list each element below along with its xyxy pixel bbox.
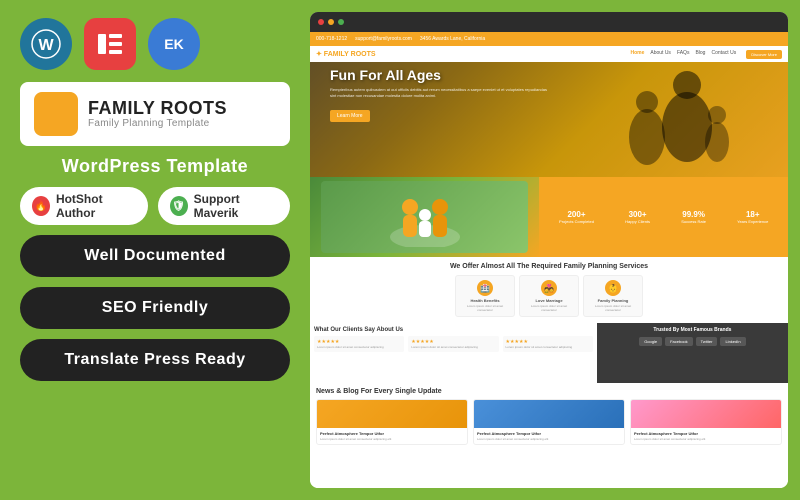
website-preview: 000-718-1212 support@familyroots.com 345… xyxy=(310,12,788,488)
trusted-section: Trusted By Most Famous Brands Google Fac… xyxy=(597,323,788,383)
elementkit-icon: EK xyxy=(148,18,200,70)
topbar-address: 3456 Awards Lane, California xyxy=(420,36,485,42)
brand-subtitle: Family Planning Template xyxy=(88,118,227,129)
service-health-desc: Lorem ipsum dolor sit amet consectetur xyxy=(460,304,510,312)
trusted-google: Google xyxy=(639,337,662,346)
nav-dot-green xyxy=(338,19,344,25)
browser-nav xyxy=(310,12,788,32)
blog-content-2: Perfect Atmosphere Tempor Utfor Lorem ip… xyxy=(474,428,624,444)
trusted-logos: Google Facebook Twitter LinkedIn xyxy=(601,337,784,346)
service-family-name: Family Planning xyxy=(588,298,638,303)
topbar-email: support@familyroots.com xyxy=(355,36,412,42)
stat-experience: 18+ Years Experience xyxy=(737,210,768,224)
testimonial-2: ★★★★★ Lorem ipsum dolor sit amet consect… xyxy=(408,336,498,352)
stats-bar: 200+ Projects Completed 300+ Happy Clien… xyxy=(539,177,788,257)
wp-template-label: WordPress Template xyxy=(20,156,290,177)
hero-text: Rempteribus autem quibusdem at out offic… xyxy=(330,87,549,98)
blog-post-1: Perfect Atmosphere Tempor Utfor Lorem ip… xyxy=(316,399,468,445)
blog-content-1: Perfect Atmosphere Tempor Utfor Lorem ip… xyxy=(317,428,467,444)
hotshot-author-badge: 🔥 HotShot Author xyxy=(20,187,148,225)
support-icon: 🛡 xyxy=(170,196,188,216)
blog-img-1 xyxy=(317,400,467,428)
brand-logo-icon xyxy=(34,92,78,136)
feature-seo-friendly: SEO Friendly xyxy=(20,287,290,329)
hotshot-icon: 🔥 xyxy=(32,196,50,216)
support-label: Support Maverik xyxy=(194,192,278,220)
nav-dot-red xyxy=(318,19,324,25)
service-health: 🏥 Health Benefits Lorem ipsum dolor sit … xyxy=(455,275,515,317)
blog-grid: Perfect Atmosphere Tempor Utfor Lorem ip… xyxy=(316,399,782,445)
testimonials-section: What Our Clients Say About Us ★★★★★ Lore… xyxy=(310,323,597,383)
blog-section: News & Blog For Every Single Update Perf… xyxy=(310,383,788,488)
trusted-facebook: Facebook xyxy=(665,337,693,346)
trusted-title: Trusted By Most Famous Brands xyxy=(601,327,784,333)
family-photo xyxy=(310,177,539,257)
testimonials-title: What Our Clients Say About Us xyxy=(314,327,593,333)
stat-clients: 300+ Happy Clients xyxy=(625,210,650,224)
family-stats-row: 200+ Projects Completed 300+ Happy Clien… xyxy=(310,177,788,257)
service-love-icon: 💑 xyxy=(541,280,557,296)
service-love-name: Love Marriage xyxy=(524,298,574,303)
services-title: We Offer Almost All The Required Family … xyxy=(316,263,782,270)
service-family-desc: Lorem ipsum dolor sit amet consectetur xyxy=(588,304,638,312)
service-love: 💑 Love Marriage Lorem ipsum dolor sit am… xyxy=(519,275,579,317)
blog-img-2 xyxy=(474,400,624,428)
hero-btn: Learn More xyxy=(330,110,370,122)
hotshot-label: HotShot Author xyxy=(56,192,136,220)
svg-text:W: W xyxy=(38,37,54,54)
stat-projects: 200+ Projects Completed xyxy=(559,210,594,224)
blog-img-3 xyxy=(631,400,781,428)
services-section: We Offer Almost All The Required Family … xyxy=(310,257,788,323)
service-family: 👶 Family Planning Lorem ipsum dolor sit … xyxy=(583,275,643,317)
feature-well-documented: Well Documented xyxy=(20,235,290,277)
family-photo-inner xyxy=(321,181,527,253)
support-maverik-badge: 🛡 Support Maverik xyxy=(158,187,290,225)
hero-title: Fun For All Ages xyxy=(330,67,549,83)
service-health-icon: 🏥 xyxy=(477,280,493,296)
blog-title: News & Blog For Every Single Update xyxy=(316,388,782,395)
hero-content: Fun For All Ages Rempteribus autem quibu… xyxy=(330,67,549,122)
service-family-icon: 👶 xyxy=(605,280,621,296)
topbar-phone: 000-718-1212 xyxy=(316,36,347,42)
testimonial-1: ★★★★★ Lorem ipsum dolor sit amet consect… xyxy=(314,336,404,352)
hero-silhouette xyxy=(525,32,788,177)
service-love-desc: Lorem ipsum dolor sit amet consectetur xyxy=(524,304,574,312)
testimonials-list: ★★★★★ Lorem ipsum dolor sit amet consect… xyxy=(314,336,593,352)
top-icons-row: W EK xyxy=(20,18,290,70)
stat-success: 99.9% Success Rate xyxy=(681,210,706,224)
preview-brand: ✦ FAMILY ROOTS xyxy=(316,50,376,58)
trusted-twitter: Twitter xyxy=(696,337,718,346)
wordpress-icon: W xyxy=(20,18,72,70)
brand-card: FAMILY ROOTS Family Planning Template xyxy=(20,82,290,146)
services-grid: 🏥 Health Benefits Lorem ipsum dolor sit … xyxy=(316,275,782,317)
service-health-name: Health Benefits xyxy=(460,298,510,303)
brand-title: FAMILY ROOTS xyxy=(88,99,227,119)
brand-text-col: FAMILY ROOTS Family Planning Template xyxy=(88,99,227,130)
badges-row: 🔥 HotShot Author 🛡 Support Maverik xyxy=(20,187,290,225)
testimonials-trusted-row: What Our Clients Say About Us ★★★★★ Lore… xyxy=(310,323,788,383)
trusted-linkedin: LinkedIn xyxy=(720,337,745,346)
blog-post-2: Perfect Atmosphere Tempor Utfor Lorem ip… xyxy=(473,399,625,445)
left-panel: W EK FAMILY ROOTS Family Planning Templa… xyxy=(0,0,310,500)
testimonial-3: ★★★★★ Lorem ipsum dolor sit amet consect… xyxy=(503,336,593,352)
nav-dot-yellow xyxy=(328,19,334,25)
blog-content-3: Perfect Atmosphere Tempor Utfor Lorem ip… xyxy=(631,428,781,444)
preview-hero: 000-718-1212 support@familyroots.com 345… xyxy=(310,32,788,177)
feature-translate-press: Translate Press Ready xyxy=(20,339,290,381)
blog-post-3: Perfect Atmosphere Tempor Utfor Lorem ip… xyxy=(630,399,782,445)
elementor-icon xyxy=(84,18,136,70)
